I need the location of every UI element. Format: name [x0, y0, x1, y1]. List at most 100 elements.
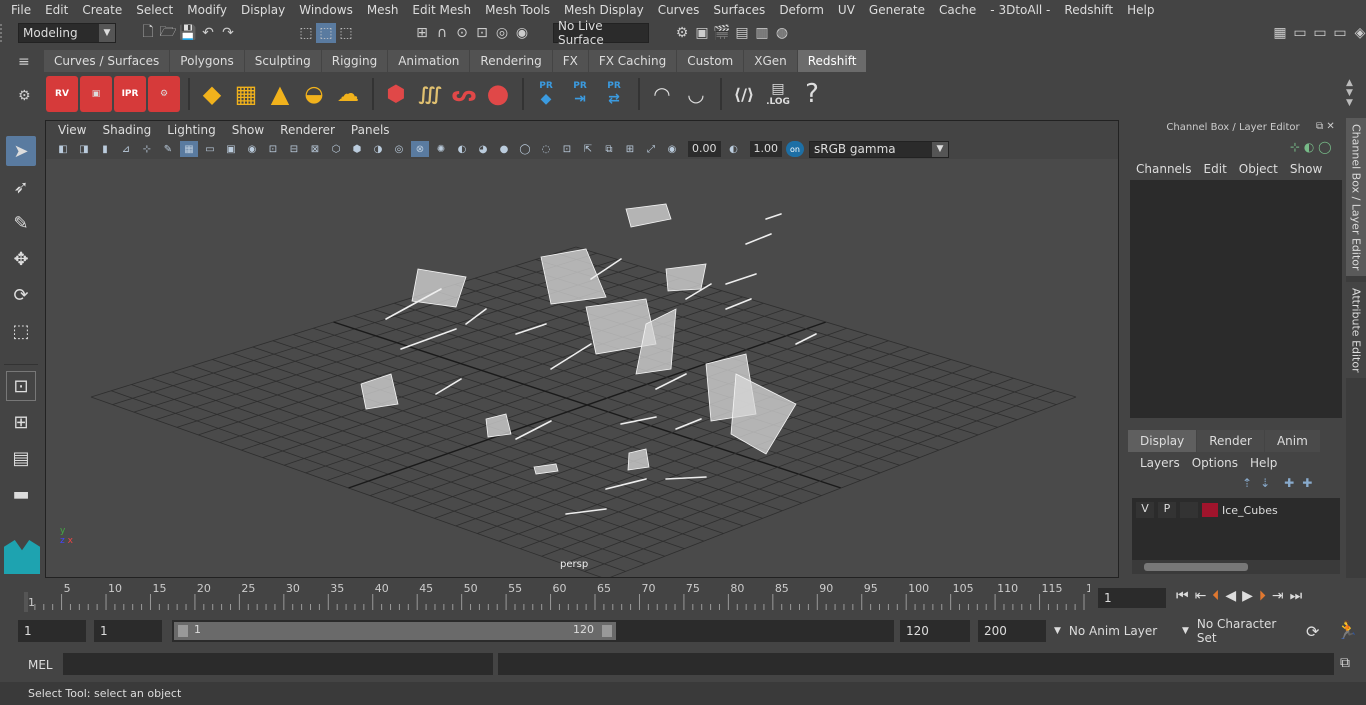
shelf-tab-redshift[interactable]: Redshift [797, 50, 867, 72]
channel-box-options-icon[interactable]: ⊹ ◐ ◯ [1290, 140, 1332, 154]
channel-menu-show[interactable]: Show [1284, 162, 1328, 176]
layout-toggle-icon[interactable]: ▬ [6, 479, 36, 509]
grip-handle[interactable] [0, 24, 8, 42]
channel-menu-channels[interactable]: Channels [1130, 162, 1198, 176]
shelf-tab-rendering[interactable]: Rendering [470, 50, 552, 72]
layer-menu-options[interactable]: Options [1186, 456, 1244, 470]
ice-cube-shard[interactable] [625, 203, 672, 228]
go-to-end-icon[interactable]: ⏭ [1290, 588, 1303, 604]
rs-help-button[interactable]: ? [796, 76, 828, 112]
menu-edit[interactable]: Edit [38, 3, 75, 17]
rs-pr-export-button[interactable]: PR ⇥ [564, 76, 596, 112]
command-input[interactable] [63, 653, 493, 675]
exposure-icon[interactable]: ◉ [663, 141, 681, 157]
move-tool-icon[interactable]: ✥ [6, 244, 36, 274]
history-icon[interactable]: ⚙ [672, 23, 692, 43]
range-slider-handle[interactable]: 1 120 [174, 622, 616, 640]
step-forward-key-icon[interactable]: ⇥ [1272, 588, 1284, 604]
viewport-menu-show[interactable]: Show [224, 123, 272, 137]
time-slider[interactable]: 1 5 10 15 20 25 30 35 40 45 50 55 60 65 70 75 80 85 90 95 10… [0, 580, 1366, 616]
rotate-tool-icon[interactable]: ⟳ [6, 280, 36, 310]
menu-windows[interactable]: Windows [292, 3, 360, 17]
bookmark-icon[interactable]: ▮ [96, 141, 114, 157]
wireframe-shaded-icon[interactable]: ⬡ [327, 141, 345, 157]
rs-spot-light-icon[interactable]: ▲ [264, 76, 296, 112]
film-gate-icon[interactable]: ✎ [159, 141, 177, 157]
menu-file[interactable]: File [4, 3, 38, 17]
layer-color-swatch[interactable] [1202, 503, 1218, 517]
range-start-grip[interactable] [178, 625, 188, 637]
animation-start-field[interactable]: 1 [18, 620, 86, 642]
menu-create[interactable]: Create [75, 3, 129, 17]
four-view-layout-icon[interactable]: ⊞ [6, 407, 36, 437]
rs-batch-render-button[interactable]: ▣ [80, 76, 112, 112]
time-ruler[interactable]: 15 10 15 20 25 30 35 40 45 50 55 60 65 70 75 80 85 90 95 10… [0, 580, 1090, 614]
viewport-menu-renderer[interactable]: Renderer [272, 123, 343, 137]
layer-row[interactable]: V P Ice_Cubes [1132, 500, 1340, 520]
xray-active-icon[interactable]: ⧉ [600, 141, 618, 157]
scrollbar-thumb[interactable] [1144, 563, 1248, 571]
new-layer-selected-icon[interactable]: ✚ [1302, 476, 1312, 490]
menu-select[interactable]: Select [129, 3, 180, 17]
layer-menu-help[interactable]: Help [1244, 456, 1283, 470]
shadows-icon[interactable]: ◐ [453, 141, 471, 157]
open-scene-icon[interactable]: 🗁 [158, 23, 178, 43]
menu-curves[interactable]: Curves [651, 3, 707, 17]
live-surface-field[interactable]: No Live Surface [553, 19, 649, 47]
single-perspective-layout-icon[interactable]: ⊡ [6, 371, 36, 401]
current-frame-field[interactable]: 1 [1098, 588, 1166, 608]
menu-uv[interactable]: UV [831, 3, 862, 17]
menu-cache[interactable]: Cache [932, 3, 983, 17]
default-material-icon[interactable]: ◑ [369, 141, 387, 157]
xray-icon[interactable]: ⊗ [411, 141, 429, 157]
shelf-tab-xgen[interactable]: XGen [744, 50, 797, 72]
motion-blur-icon[interactable]: ● [495, 141, 513, 157]
viewport-panel[interactable]: View Shading Lighting Show Renderer Panels ◧ … [45, 120, 1119, 578]
animation-end-field[interactable]: 200 [978, 620, 1046, 642]
rs-bake-pie-icon[interactable]: ◠ [646, 76, 678, 112]
scene-canvas[interactable] [46, 159, 1118, 577]
snap-view-icon[interactable]: ⊡ [472, 23, 492, 43]
lights-icon[interactable]: ✺ [432, 141, 450, 157]
playback-start-field[interactable]: 1 [94, 620, 162, 642]
toggle-panel-icon-2[interactable]: ▭ [1310, 23, 1330, 43]
ice-cube-shard[interactable] [540, 248, 607, 305]
rs-ipr-button[interactable]: IPR [114, 76, 146, 112]
play-forwards-icon[interactable]: ▶ [1242, 588, 1253, 604]
ice-cube-shard[interactable] [627, 448, 650, 471]
shelf-tab-rigging[interactable]: Rigging [321, 50, 388, 72]
ambient-occlusion-icon[interactable]: ◕ [474, 141, 492, 157]
move-layer-up-icon[interactable]: ⇡ [1242, 476, 1252, 490]
range-end-grip[interactable] [602, 625, 612, 637]
range-slider[interactable]: 1 120 [172, 620, 894, 642]
menu-generate[interactable]: Generate [862, 3, 932, 17]
gate-mask-icon[interactable]: ▣ [222, 141, 240, 157]
isolate-select-icon[interactable]: ⊡ [558, 141, 576, 157]
camera-attr-icon[interactable]: ◨ [75, 141, 93, 157]
ice-cube-shard[interactable] [533, 463, 559, 475]
shelf-menu-icon[interactable]: ≡ [18, 54, 40, 70]
rs-log-button[interactable]: ▤ .LOG [762, 76, 794, 112]
menu-mesh-tools[interactable]: Mesh Tools [478, 3, 557, 17]
menu-redshift[interactable]: Redshift [1057, 3, 1120, 17]
rs-pr-swap-button[interactable]: PR ⇄ [598, 76, 630, 112]
rs-bake-pie-alt-icon[interactable]: ◡ [680, 76, 712, 112]
layer-playback-toggle[interactable]: P [1158, 502, 1176, 518]
layer-tab-render[interactable]: Render [1197, 430, 1264, 452]
render-view-icon[interactable]: ▣ [692, 23, 712, 43]
shelf-tab-sculpting[interactable]: Sculpting [244, 50, 321, 72]
shelf-tab-polygons[interactable]: Polygons [170, 50, 244, 72]
menuset-dropdown[interactable]: Modeling ▼ [18, 23, 116, 43]
layer-type-toggle[interactable] [1180, 502, 1198, 518]
shelf-scroll[interactable]: ▲ ▼ ▼ [1346, 78, 1362, 112]
toggle-panel-icon-3[interactable]: ▭ [1330, 23, 1350, 43]
menu-display[interactable]: Display [234, 3, 292, 17]
shelf-tab-fx-caching[interactable]: FX Caching [588, 50, 677, 72]
tab-attribute-editor[interactable]: Attribute Editor [1346, 282, 1366, 378]
rs-material-ball-icon[interactable]: ● [482, 76, 514, 112]
viewport-menu-lighting[interactable]: Lighting [159, 123, 224, 137]
channel-box-list[interactable] [1130, 180, 1342, 418]
new-scene-icon[interactable]: 🗋 [138, 23, 158, 43]
layer-visibility-toggle[interactable]: V [1136, 502, 1154, 518]
rs-curve-icon[interactable]: ᔕ [448, 76, 480, 112]
